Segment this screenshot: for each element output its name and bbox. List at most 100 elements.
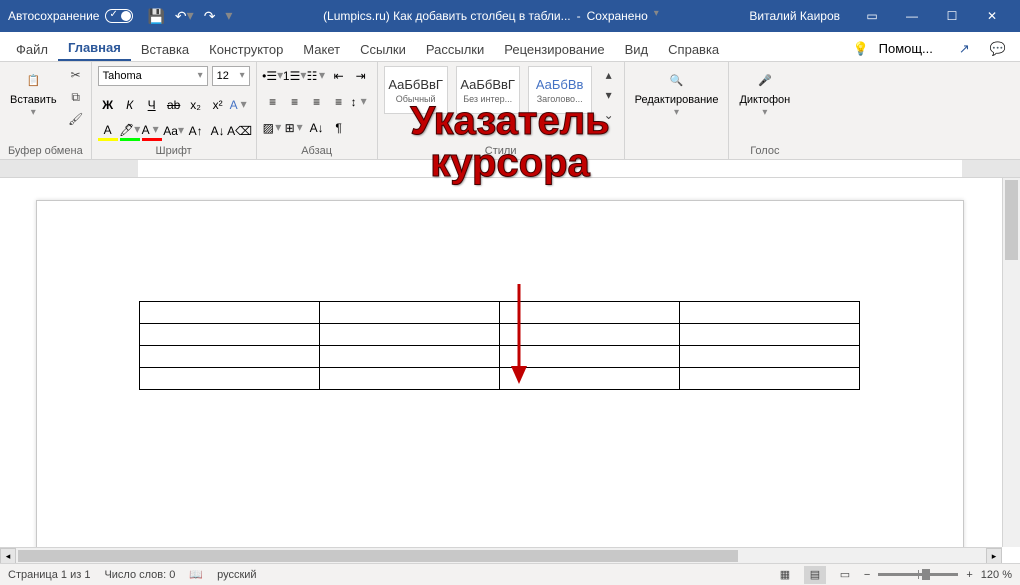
increase-indent-button[interactable]: ⇥ (351, 66, 371, 86)
font-group: Tahoma▾ 12▾ Ж К Ч ab x₂ x² A▾ A 🖊▾ A▾ Aa… (92, 62, 257, 159)
table-row[interactable] (140, 324, 860, 346)
align-center-button[interactable]: ≡ (285, 92, 305, 112)
spell-check-icon[interactable]: 📖 (189, 568, 203, 581)
language-indicator[interactable]: русский (217, 569, 256, 581)
paste-button[interactable]: 📋 Вставить ▾ (6, 66, 61, 121)
style-normal[interactable]: АаБбВвГ Обычный (384, 66, 448, 114)
scroll-right-icon[interactable]: ▸ (986, 548, 1002, 564)
autosave-toggle[interactable]: Автосохранение ✓ (8, 9, 133, 23)
user-name[interactable]: Виталий Каиров (749, 9, 840, 23)
tab-design[interactable]: Конструктор (199, 36, 293, 61)
borders-button[interactable]: ⊞▾ (285, 118, 305, 138)
word-count[interactable]: Число слов: 0 (104, 569, 175, 581)
subscript-button[interactable]: x₂ (186, 95, 206, 115)
align-right-button[interactable]: ≡ (307, 92, 327, 112)
decrease-indent-button[interactable]: ⇤ (329, 66, 349, 86)
shrink-font-button[interactable]: A↓ (208, 121, 228, 141)
grow-font-button[interactable]: A↑ (186, 121, 206, 141)
comments-button[interactable]: 💬 (984, 37, 1012, 61)
voice-group: 🎤 Диктофон ▾ Голос (729, 62, 800, 159)
read-mode-button[interactable]: ▦ (774, 566, 796, 584)
tab-insert[interactable]: Вставка (131, 36, 199, 61)
line-spacing-button[interactable]: ↕▾ (351, 92, 371, 112)
scroll-thumb[interactable] (1005, 180, 1018, 260)
tab-home[interactable]: Главная (58, 34, 131, 61)
underline-button[interactable]: Ч (142, 95, 162, 115)
highlight-button[interactable]: A (98, 121, 118, 141)
tab-help[interactable]: Справка (658, 36, 729, 61)
check-icon: ✓ (109, 9, 117, 20)
styles-group: АаБбВвГ Обычный АаБбВвГ Без интер... АаБ… (378, 62, 625, 159)
bold-button[interactable]: Ж (98, 95, 118, 115)
style-no-spacing[interactable]: АаБбВвГ Без интер... (456, 66, 520, 114)
share-button[interactable]: ↗ (953, 37, 976, 61)
sort-button[interactable]: A↓ (307, 118, 327, 138)
styles-up-icon[interactable]: ▴ (600, 66, 618, 84)
text-effects-button[interactable]: A▾ (230, 95, 250, 115)
toggle-switch[interactable]: ✓ (105, 9, 133, 23)
show-marks-button[interactable]: ¶ (329, 118, 349, 138)
change-case-button[interactable]: Aa▾ (164, 121, 184, 141)
print-layout-button[interactable]: ▤ (804, 566, 826, 584)
document-area[interactable] (0, 178, 1002, 547)
strikethrough-button[interactable]: ab (164, 95, 184, 115)
saved-state: Сохранено (587, 9, 648, 23)
style-heading[interactable]: АаБбВв Заголово... (528, 66, 592, 114)
font-name-selector[interactable]: Tahoma▾ (98, 66, 208, 86)
title-dropdown-icon[interactable]: ▾ (654, 8, 659, 22)
dictate-button[interactable]: 🎤 Диктофон ▾ (735, 66, 794, 121)
tab-layout[interactable]: Макет (293, 36, 350, 61)
table-row[interactable] (140, 368, 860, 390)
multilevel-button[interactable]: ☷▾ (307, 66, 327, 86)
clear-format-button[interactable]: A⌫ (230, 121, 250, 141)
qat-dropdown-icon[interactable]: ▾ (225, 7, 232, 24)
horizontal-scrollbar[interactable]: ◂ ▸ (0, 547, 1002, 563)
page[interactable] (36, 200, 964, 547)
italic-button[interactable]: К (120, 95, 140, 115)
tab-file[interactable]: Файл (6, 36, 58, 61)
save-icon[interactable]: 💾 (147, 8, 164, 25)
page-indicator[interactable]: Страница 1 из 1 (8, 569, 90, 581)
clipboard-icon: 📋 (21, 68, 45, 92)
tab-mailings[interactable]: Рассылки (416, 36, 494, 61)
close-button[interactable]: ✕ (972, 0, 1012, 32)
zoom-slider[interactable] (878, 573, 958, 576)
zoom-knob-icon[interactable] (922, 569, 930, 580)
minimize-button[interactable]: — (892, 0, 932, 32)
scroll-thumb[interactable] (18, 550, 738, 562)
format-painter-icon[interactable]: 🖌 (67, 110, 85, 128)
vertical-scrollbar[interactable] (1002, 178, 1020, 547)
search-help[interactable]: 💡 Помощ... (847, 37, 945, 61)
justify-button[interactable]: ≡ (329, 92, 349, 112)
undo-icon[interactable]: ↶▾ (175, 8, 194, 25)
font-color-button[interactable]: A▾ (142, 121, 162, 141)
web-layout-button[interactable]: ▭ (834, 566, 856, 584)
zoom-out-button[interactable]: − (864, 569, 870, 581)
zoom-in-button[interactable]: + (966, 569, 972, 581)
editing-button[interactable]: 🔍 Редактирование ▾ (631, 66, 723, 121)
zoom-level[interactable]: 120 % (981, 569, 1012, 581)
font-size-selector[interactable]: 12▾ (212, 66, 250, 86)
maximize-button[interactable]: ☐ (932, 0, 972, 32)
copy-icon[interactable]: ⧉ (67, 88, 85, 106)
shading-button[interactable]: ▨▾ (263, 118, 283, 138)
styles-down-icon[interactable]: ▾ (600, 86, 618, 104)
align-left-button[interactable]: ≡ (263, 92, 283, 112)
ribbon-display-button[interactable]: ▭ (852, 0, 892, 32)
numbering-button[interactable]: 1☰▾ (285, 66, 305, 86)
styles-more-icon[interactable]: ⌄ (600, 106, 618, 124)
table-row[interactable] (140, 346, 860, 368)
redo-icon[interactable]: ↷ (204, 8, 216, 25)
scroll-left-icon[interactable]: ◂ (0, 548, 16, 564)
table-row[interactable] (140, 302, 860, 324)
document-table[interactable] (139, 301, 860, 390)
tab-view[interactable]: Вид (615, 36, 659, 61)
bullets-button[interactable]: •☰▾ (263, 66, 283, 86)
cut-icon[interactable]: ✂ (67, 66, 85, 84)
horizontal-ruler[interactable] (0, 160, 1020, 178)
highlight2-button[interactable]: 🖊▾ (120, 121, 140, 141)
editing-group: 🔍 Редактирование ▾ (625, 62, 730, 159)
tab-review[interactable]: Рецензирование (494, 36, 614, 61)
tab-references[interactable]: Ссылки (350, 36, 416, 61)
superscript-button[interactable]: x² (208, 95, 228, 115)
